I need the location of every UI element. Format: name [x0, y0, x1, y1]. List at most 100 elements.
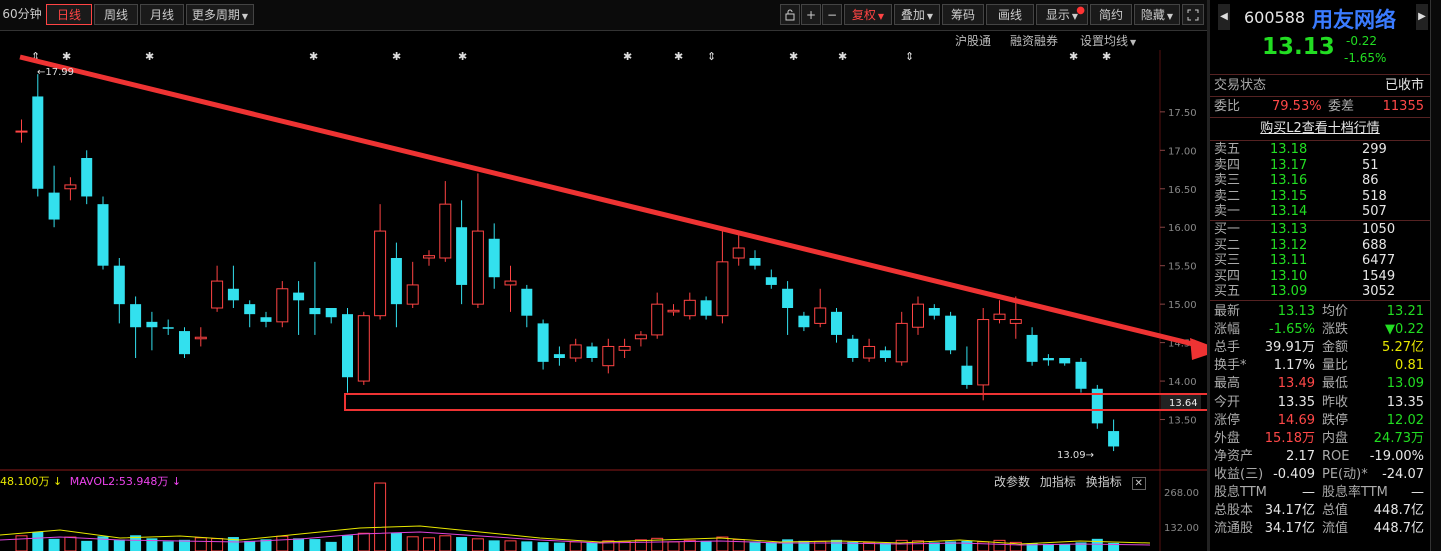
- candle[interactable]: [863, 338, 876, 362]
- display-dropdown[interactable]: 显示 ▼ ●: [1036, 4, 1088, 25]
- daily-button[interactable]: 日线: [46, 4, 92, 25]
- candle[interactable]: [504, 265, 517, 312]
- candle[interactable]: [961, 346, 973, 389]
- candle[interactable]: [146, 311, 158, 351]
- candle[interactable]: [81, 150, 93, 205]
- candle-body: [48, 192, 60, 220]
- candle[interactable]: [928, 304, 940, 320]
- candle[interactable]: [553, 346, 565, 366]
- candle[interactable]: [162, 319, 174, 335]
- fullscreen-icon[interactable]: [1182, 4, 1204, 25]
- switch-indicator-button[interactable]: 换指标: [1086, 475, 1122, 489]
- buy-l2-link[interactable]: 购买L2查看十档行情: [1210, 120, 1430, 138]
- candle[interactable]: [945, 311, 957, 355]
- candle[interactable]: [357, 311, 370, 385]
- candle[interactable]: [977, 308, 990, 401]
- weekly-button[interactable]: 周线: [94, 4, 138, 25]
- candle[interactable]: [1108, 419, 1120, 452]
- candle[interactable]: [64, 177, 77, 201]
- candle[interactable]: [749, 250, 761, 270]
- candle[interactable]: [586, 342, 598, 362]
- candle[interactable]: [634, 331, 647, 347]
- candle[interactable]: [488, 223, 500, 289]
- draw-line-button[interactable]: 画线: [986, 4, 1034, 25]
- candle[interactable]: [569, 338, 582, 362]
- candle[interactable]: [32, 74, 44, 197]
- candle[interactable]: [521, 284, 533, 328]
- zoom-out-button[interactable]: −: [822, 4, 842, 25]
- candle[interactable]: [602, 338, 615, 374]
- candle[interactable]: [276, 281, 289, 328]
- candle[interactable]: [48, 165, 60, 228]
- candle[interactable]: [471, 173, 484, 308]
- current-price: 13.13: [1262, 34, 1335, 60]
- candle[interactable]: [113, 258, 125, 324]
- candle[interactable]: [406, 261, 419, 308]
- candle[interactable]: [895, 311, 908, 366]
- candle[interactable]: [439, 181, 452, 262]
- candle[interactable]: [700, 296, 712, 320]
- candle[interactable]: [227, 265, 239, 308]
- chips-button[interactable]: 筹码: [942, 4, 984, 25]
- candle[interactable]: [782, 281, 794, 335]
- candle[interactable]: [651, 292, 664, 339]
- candle[interactable]: [618, 338, 631, 358]
- candle[interactable]: [1091, 384, 1103, 429]
- trendline-arrowhead: [1190, 338, 1207, 360]
- trendline[interactable]: [19, 54, 1206, 350]
- simple-mode-button[interactable]: 简约: [1090, 4, 1132, 25]
- candle[interactable]: [325, 308, 337, 324]
- overlay-dropdown[interactable]: 叠加 ▼: [894, 4, 940, 25]
- candle[interactable]: [342, 308, 353, 393]
- candle[interactable]: [798, 311, 810, 332]
- candle[interactable]: [1075, 358, 1087, 393]
- candle-body: [179, 331, 190, 355]
- candle[interactable]: [260, 311, 272, 328]
- prev-stock-button[interactable]: ◀: [1218, 4, 1230, 30]
- candle[interactable]: [879, 346, 891, 362]
- next-stock-button[interactable]: ▶: [1416, 4, 1428, 30]
- candle[interactable]: [993, 300, 1006, 324]
- candle[interactable]: [15, 119, 28, 143]
- candle[interactable]: [309, 261, 321, 335]
- change-params-button[interactable]: 改参数: [994, 475, 1030, 489]
- hide-dropdown[interactable]: 隐藏 ▼: [1134, 4, 1180, 25]
- add-indicator-button[interactable]: 加指标: [1040, 475, 1076, 489]
- candle[interactable]: [683, 292, 696, 320]
- chevron-down-icon: ▼: [1166, 12, 1174, 21]
- candle[interactable]: [765, 269, 777, 289]
- zoom-in-button[interactable]: +: [801, 4, 821, 25]
- candle[interactable]: [847, 334, 859, 362]
- candle[interactable]: [456, 200, 468, 305]
- candle[interactable]: [130, 296, 142, 358]
- candle[interactable]: [211, 265, 224, 312]
- volume-bar: [15, 535, 28, 551]
- vol-legend-mavol1: 48.100万 ↓: [0, 475, 63, 488]
- candle[interactable]: [1042, 354, 1054, 366]
- candle[interactable]: [97, 196, 109, 270]
- candle[interactable]: [244, 300, 256, 328]
- candle[interactable]: [1026, 327, 1038, 366]
- candle[interactable]: [1059, 358, 1071, 366]
- candle[interactable]: [179, 327, 190, 358]
- candle[interactable]: [537, 319, 549, 370]
- close-icon[interactable]: ✕: [1131, 477, 1146, 490]
- candle[interactable]: [390, 242, 402, 328]
- support-box[interactable]: [344, 393, 1207, 411]
- stock-name: 用友网络: [1312, 8, 1396, 32]
- candle[interactable]: [831, 308, 842, 343]
- candle[interactable]: [293, 281, 305, 335]
- order-price: 13.14: [1270, 204, 1308, 219]
- more-periods-dropdown[interactable]: 更多周期 ▼: [186, 4, 254, 25]
- candle[interactable]: [374, 204, 387, 320]
- lock-icon[interactable]: [780, 4, 800, 25]
- candle[interactable]: [423, 250, 435, 266]
- candle[interactable]: [912, 296, 924, 335]
- period-60min-button[interactable]: 60分钟: [0, 4, 44, 25]
- restore-rights-dropdown[interactable]: 复权 ▼: [844, 4, 892, 25]
- candle[interactable]: [814, 288, 827, 328]
- candle[interactable]: [194, 327, 207, 347]
- monthly-button[interactable]: 月线: [140, 4, 184, 25]
- candle[interactable]: [667, 304, 680, 316]
- candle[interactable]: [716, 227, 729, 324]
